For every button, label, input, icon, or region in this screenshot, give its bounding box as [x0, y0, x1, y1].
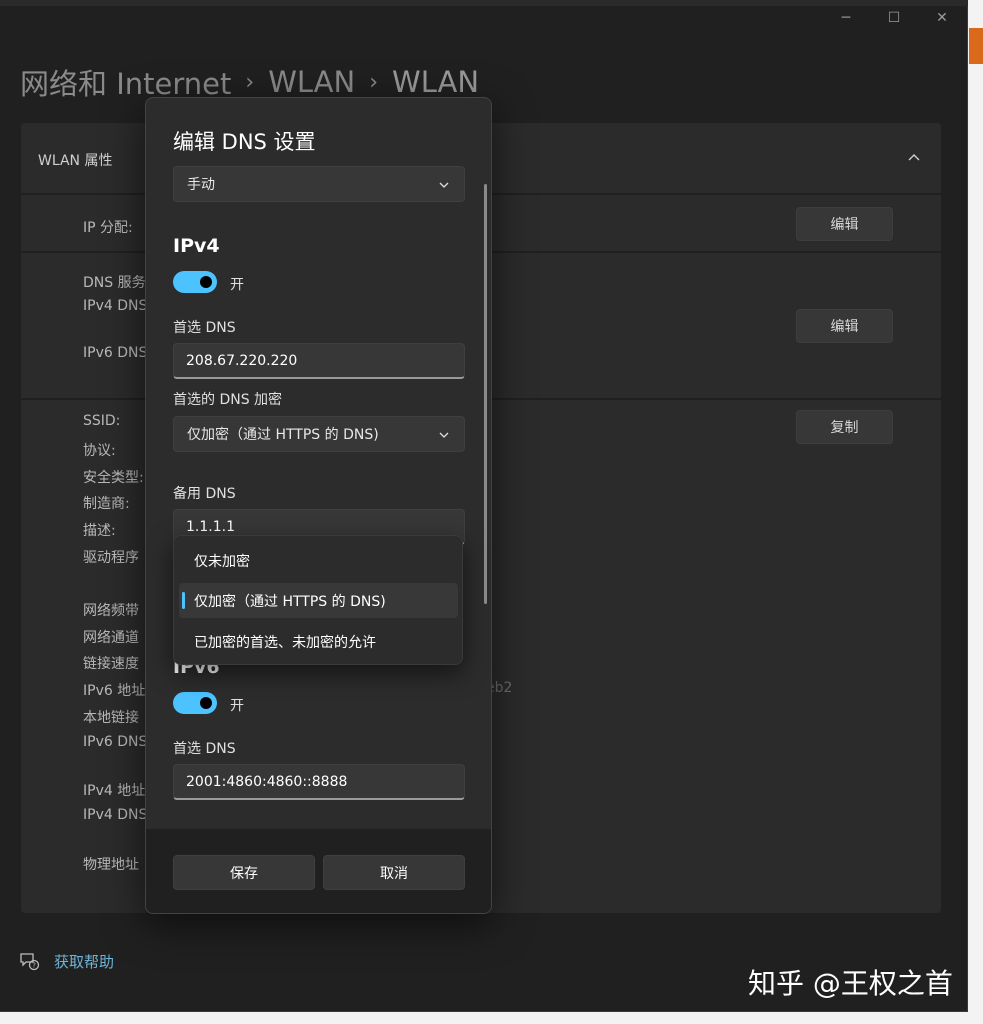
dns-mode-dropdown[interactable]: 手动 [173, 166, 465, 202]
get-help-link[interactable]: 获取帮助 [54, 951, 114, 972]
ipv6-toggle[interactable] [173, 692, 217, 714]
network-channel-label: 网络通道 [83, 630, 139, 646]
ipv6-preferred-dns-input[interactable]: 2001:4860:4860::8888 [173, 764, 465, 800]
edit-ip-button[interactable]: 编辑 [796, 207, 893, 241]
cancel-button[interactable]: 取消 [323, 855, 465, 890]
ipv4-dns-label: IPv4 DNS [83, 298, 148, 314]
close-icon: ✕ [936, 10, 948, 26]
menu-item-unencrypted-only[interactable]: 仅未加密 [179, 543, 458, 578]
edit-dns-button[interactable]: 编辑 [796, 309, 893, 343]
ipv4-preferred-dns-value: 208.67.220.220 [186, 352, 298, 369]
toggle-knob [200, 697, 212, 709]
close-button[interactable]: ✕ [918, 6, 966, 30]
dialog-scrollbar[interactable] [484, 184, 487, 604]
menu-item-encrypted-preferred[interactable]: 已加密的首选、未加密的允许 [179, 624, 458, 659]
breadcrumb-wlan[interactable]: WLAN [268, 65, 355, 99]
wlan-properties-title: WLAN 属性 [38, 153, 113, 169]
ipv4-dns-server-label: IPv4 DNS [83, 807, 148, 823]
manufacturer-label: 制造商: [83, 496, 130, 512]
ipv4-preferred-dns-label: 首选 DNS [173, 320, 236, 336]
maximize-button[interactable]: ☐ [870, 6, 918, 30]
edit-dns-dialog: 编辑 DNS 设置 手动 IPv4 开 首选 DNS 208.67.220.22… [145, 97, 492, 914]
maximize-icon: ☐ [887, 10, 901, 26]
encryption-options-menu: 仅未加密 仅加密（通过 HTTPS 的 DNS) 已加密的首选、未加密的允许 [173, 535, 463, 665]
network-band-label: 网络频带 [83, 603, 139, 619]
ipv4-heading: IPv4 [173, 235, 220, 257]
menu-item-label: 仅未加密 [194, 553, 250, 570]
ipv6-address-label: IPv6 地址 [83, 683, 146, 699]
minimize-icon: ─ [841, 10, 851, 26]
ipv4-encryption-value: 仅加密（通过 HTTPS 的 DNS) [187, 427, 379, 443]
help-chat-icon: ? [20, 953, 40, 971]
link-local-label: 本地链接 [83, 710, 139, 726]
link-speed-label: 链接速度 [83, 656, 139, 672]
breadcrumb-separator: › [369, 69, 379, 95]
ipv4-toggle[interactable] [173, 271, 217, 293]
ipv4-address-label: IPv4 地址 [83, 783, 146, 799]
ipv6-preferred-dns-label: 首选 DNS [173, 741, 236, 757]
ipv4-preferred-dns-input[interactable]: 208.67.220.220 [173, 343, 465, 379]
copy-button[interactable]: 复制 [796, 410, 893, 444]
breadcrumb-current: WLAN [392, 65, 480, 99]
dialog-footer: 保存 取消 [146, 828, 491, 913]
chevron-up-icon [908, 154, 920, 161]
ipv6-dns-label: IPv6 DNS [83, 345, 148, 361]
breadcrumb-separator: › [245, 69, 255, 95]
dialog-title: 编辑 DNS 设置 [173, 130, 316, 154]
ipv6-preferred-dns-value: 2001:4860:4860::8888 [186, 773, 348, 790]
minimize-button[interactable]: ─ [822, 6, 870, 30]
ipv4-encryption-dropdown[interactable]: 仅加密（通过 HTTPS 的 DNS) [173, 416, 465, 452]
description-label: 描述: [83, 523, 116, 539]
ipv4-alternate-dns-label: 备用 DNS [173, 486, 236, 502]
chevron-down-icon [439, 182, 449, 188]
driver-label: 驱动程序 [83, 550, 139, 566]
dns-server-label: DNS 服务 [83, 275, 146, 291]
ipv4-encryption-label: 首选的 DNS 加密 [173, 392, 283, 408]
physical-address-label: 物理地址 [83, 857, 139, 873]
menu-item-encrypted-only[interactable]: 仅加密（通过 HTTPS 的 DNS) [179, 583, 458, 618]
ip-assignment-label: IP 分配: [83, 220, 133, 236]
ssid-label: SSID: [83, 413, 121, 429]
ipv4-toggle-label: 开 [230, 277, 244, 293]
selection-indicator [182, 592, 185, 609]
security-type-label: 安全类型: [83, 470, 144, 486]
dns-mode-value: 手动 [187, 177, 215, 193]
watermark: 知乎 @王权之首 [748, 967, 953, 1000]
background-app-edge [969, 28, 983, 64]
ipv6-dns-server-label: IPv6 DNS [83, 734, 148, 750]
svg-text:?: ? [32, 962, 36, 970]
protocol-label: 协议: [83, 443, 116, 459]
ipv6-toggle-label: 开 [230, 698, 244, 714]
ipv4-alternate-dns-value: 1.1.1.1 [186, 518, 235, 535]
save-button[interactable]: 保存 [173, 855, 315, 890]
get-help[interactable]: ? 获取帮助 [18, 950, 114, 972]
menu-item-label: 已加密的首选、未加密的允许 [194, 634, 376, 651]
menu-item-label: 仅加密（通过 HTTPS 的 DNS) [194, 593, 386, 610]
toggle-knob [200, 276, 212, 288]
chevron-down-icon [439, 432, 449, 438]
